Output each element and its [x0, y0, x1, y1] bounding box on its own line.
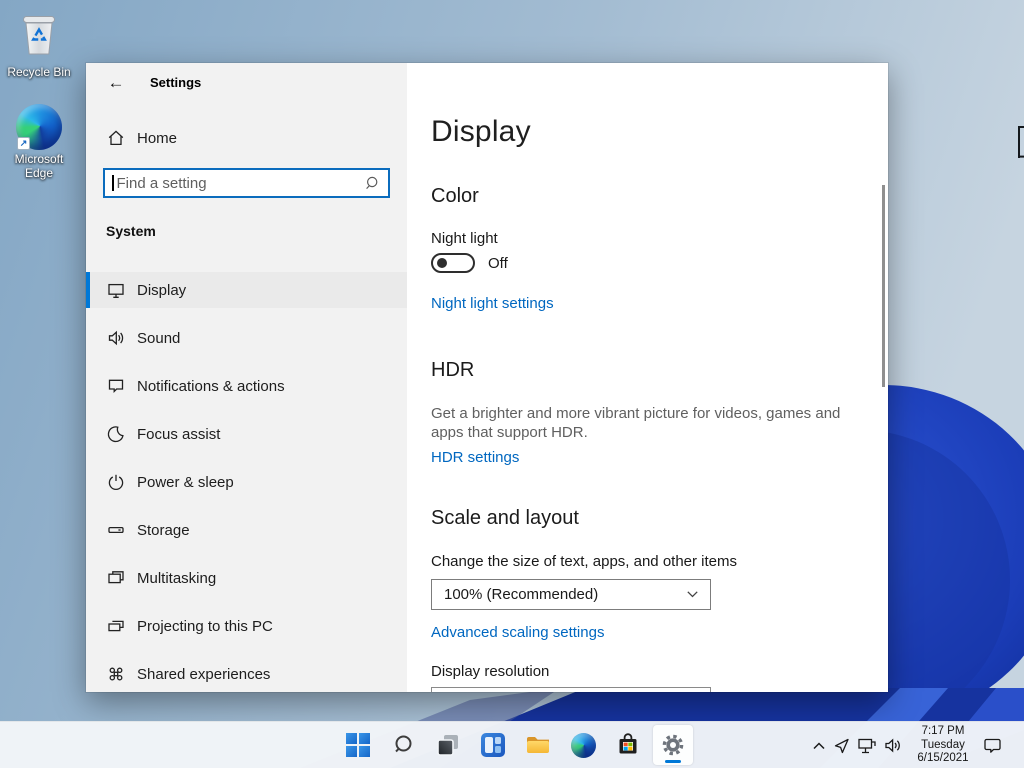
sidebar-item-shared-experiences[interactable]: Shared experiences [86, 656, 407, 692]
settings-button[interactable] [653, 725, 693, 765]
sidebar-item-label: Notifications & actions [137, 378, 285, 395]
sidebar-item-multitasking[interactable]: Multitasking [86, 560, 407, 596]
night-light-state: Off [488, 255, 508, 272]
sidebar-item-notifications[interactable]: Notifications & actions [86, 368, 407, 404]
sidebar-item-storage[interactable]: Storage [86, 512, 407, 548]
shortcut-arrow-icon: ↗ [17, 137, 30, 150]
taskbar-center-buttons [338, 725, 693, 765]
taskbar-search-button[interactable] [383, 725, 423, 765]
sidebar-section-title: System [106, 223, 156, 239]
search-icon [391, 733, 415, 757]
notifications-icon [106, 376, 126, 396]
recycle-bin-label: Recycle Bin [0, 65, 78, 79]
sidebar-item-label: Shared experiences [137, 666, 270, 683]
chevron-up-icon[interactable] [812, 740, 826, 751]
taskbar: 7:17 PM Tuesday 6/15/2021 [0, 721, 1024, 768]
night-light-settings-link[interactable]: Night light settings [431, 295, 554, 312]
night-light-toggle-row: Off [431, 253, 508, 273]
task-view-icon [436, 733, 460, 757]
network-icon[interactable] [857, 737, 877, 754]
recycle-bin-shortcut[interactable]: Recycle Bin [0, 8, 78, 79]
taskbar-edge-button[interactable] [563, 725, 603, 765]
sidebar-item-label: Power & sleep [137, 474, 234, 491]
file-explorer-button[interactable] [518, 725, 558, 765]
start-icon [346, 733, 370, 757]
settings-icon [660, 732, 686, 758]
color-section-heading: Color [431, 185, 479, 208]
settings-window: ← Settings Home System [86, 63, 888, 692]
scale-dropdown[interactable]: 100% (Recommended) [431, 579, 711, 610]
focus-assist-icon [106, 424, 126, 444]
content-scrollbar[interactable] [882, 185, 885, 387]
search-input[interactable] [117, 175, 365, 192]
edge-label: Microsoft Edge [7, 152, 71, 180]
sidebar-item-label: Focus assist [137, 426, 220, 443]
projecting-icon [106, 616, 126, 636]
clock-date: 6/15/2021 [910, 752, 976, 766]
sound-icon [106, 328, 126, 348]
sidebar-item-power-sleep[interactable]: Power & sleep [86, 464, 407, 500]
recycle-bin-icon [16, 45, 62, 62]
clock-day: Tuesday [910, 739, 976, 753]
advanced-scaling-link[interactable]: Advanced scaling settings [431, 624, 604, 641]
display-icon [106, 280, 126, 300]
scale-dropdown-value: 100% (Recommended) [444, 586, 687, 603]
home-icon [106, 128, 126, 148]
store-button[interactable] [608, 725, 648, 765]
notification-icon[interactable] [983, 737, 1002, 754]
chevron-down-icon [687, 591, 698, 598]
settings-sidebar: ← Settings Home System [86, 63, 407, 692]
shared-experiences-icon [106, 664, 126, 684]
storage-icon [106, 520, 126, 540]
sidebar-item-focus-assist[interactable]: Focus assist [86, 416, 407, 452]
clock-time: 7:17 PM [910, 725, 976, 739]
sidebar-nav: Display Sound [86, 272, 407, 692]
edge-shortcut[interactable]: ↗ Microsoft Edge [0, 104, 78, 180]
location-icon[interactable] [833, 738, 850, 754]
taskbar-clock[interactable]: 7:17 PM Tuesday 6/15/2021 [910, 725, 976, 766]
task-view-button[interactable] [428, 725, 468, 765]
store-icon [616, 733, 640, 757]
multitasking-icon [106, 568, 126, 588]
file-explorer-icon [525, 733, 551, 757]
window-title: Settings [150, 75, 201, 90]
edge-icon [571, 733, 596, 758]
search-icon [364, 175, 380, 191]
sidebar-item-projecting[interactable]: Projecting to this PC [86, 608, 407, 644]
text-caret [112, 175, 114, 191]
hdr-settings-link[interactable]: HDR settings [431, 449, 519, 466]
resolution-dropdown[interactable] [431, 687, 711, 692]
volume-icon[interactable] [884, 737, 903, 754]
hdr-section-heading: HDR [431, 359, 474, 382]
sidebar-item-home[interactable]: Home [86, 123, 407, 153]
ibeam-cursor [1016, 126, 1024, 158]
sidebar-item-label: Projecting to this PC [137, 618, 273, 635]
power-icon [106, 472, 126, 492]
scale-section-heading: Scale and layout [431, 507, 579, 530]
widgets-icon [481, 733, 505, 757]
start-button[interactable] [338, 725, 378, 765]
system-tray: 7:17 PM Tuesday 6/15/2021 [812, 722, 1002, 768]
sidebar-item-label: Sound [137, 330, 180, 347]
edge-icon: ↗ [16, 104, 62, 150]
page-title: Display [431, 115, 531, 149]
scale-size-label: Change the size of text, apps, and other… [431, 553, 737, 570]
display-resolution-label: Display resolution [431, 663, 549, 680]
night-light-label: Night light [431, 230, 498, 247]
sidebar-item-label: Storage [137, 522, 190, 539]
widgets-button[interactable] [473, 725, 513, 765]
desktop: Recycle Bin ↗ Microsoft Edge ← Settings … [0, 0, 1024, 768]
display-settings-page: Display Color Night light Off Night ligh… [407, 63, 888, 692]
home-label: Home [137, 130, 177, 147]
back-button[interactable]: ← [102, 71, 130, 95]
hdr-description: Get a brighter and more vibrant picture … [431, 404, 863, 442]
sidebar-item-label: Multitasking [137, 570, 216, 587]
sidebar-item-label: Display [137, 282, 186, 299]
sidebar-item-display[interactable]: Display [86, 272, 407, 308]
settings-search-box[interactable] [103, 168, 390, 198]
night-light-toggle[interactable] [431, 253, 475, 273]
sidebar-item-sound[interactable]: Sound [86, 320, 407, 356]
